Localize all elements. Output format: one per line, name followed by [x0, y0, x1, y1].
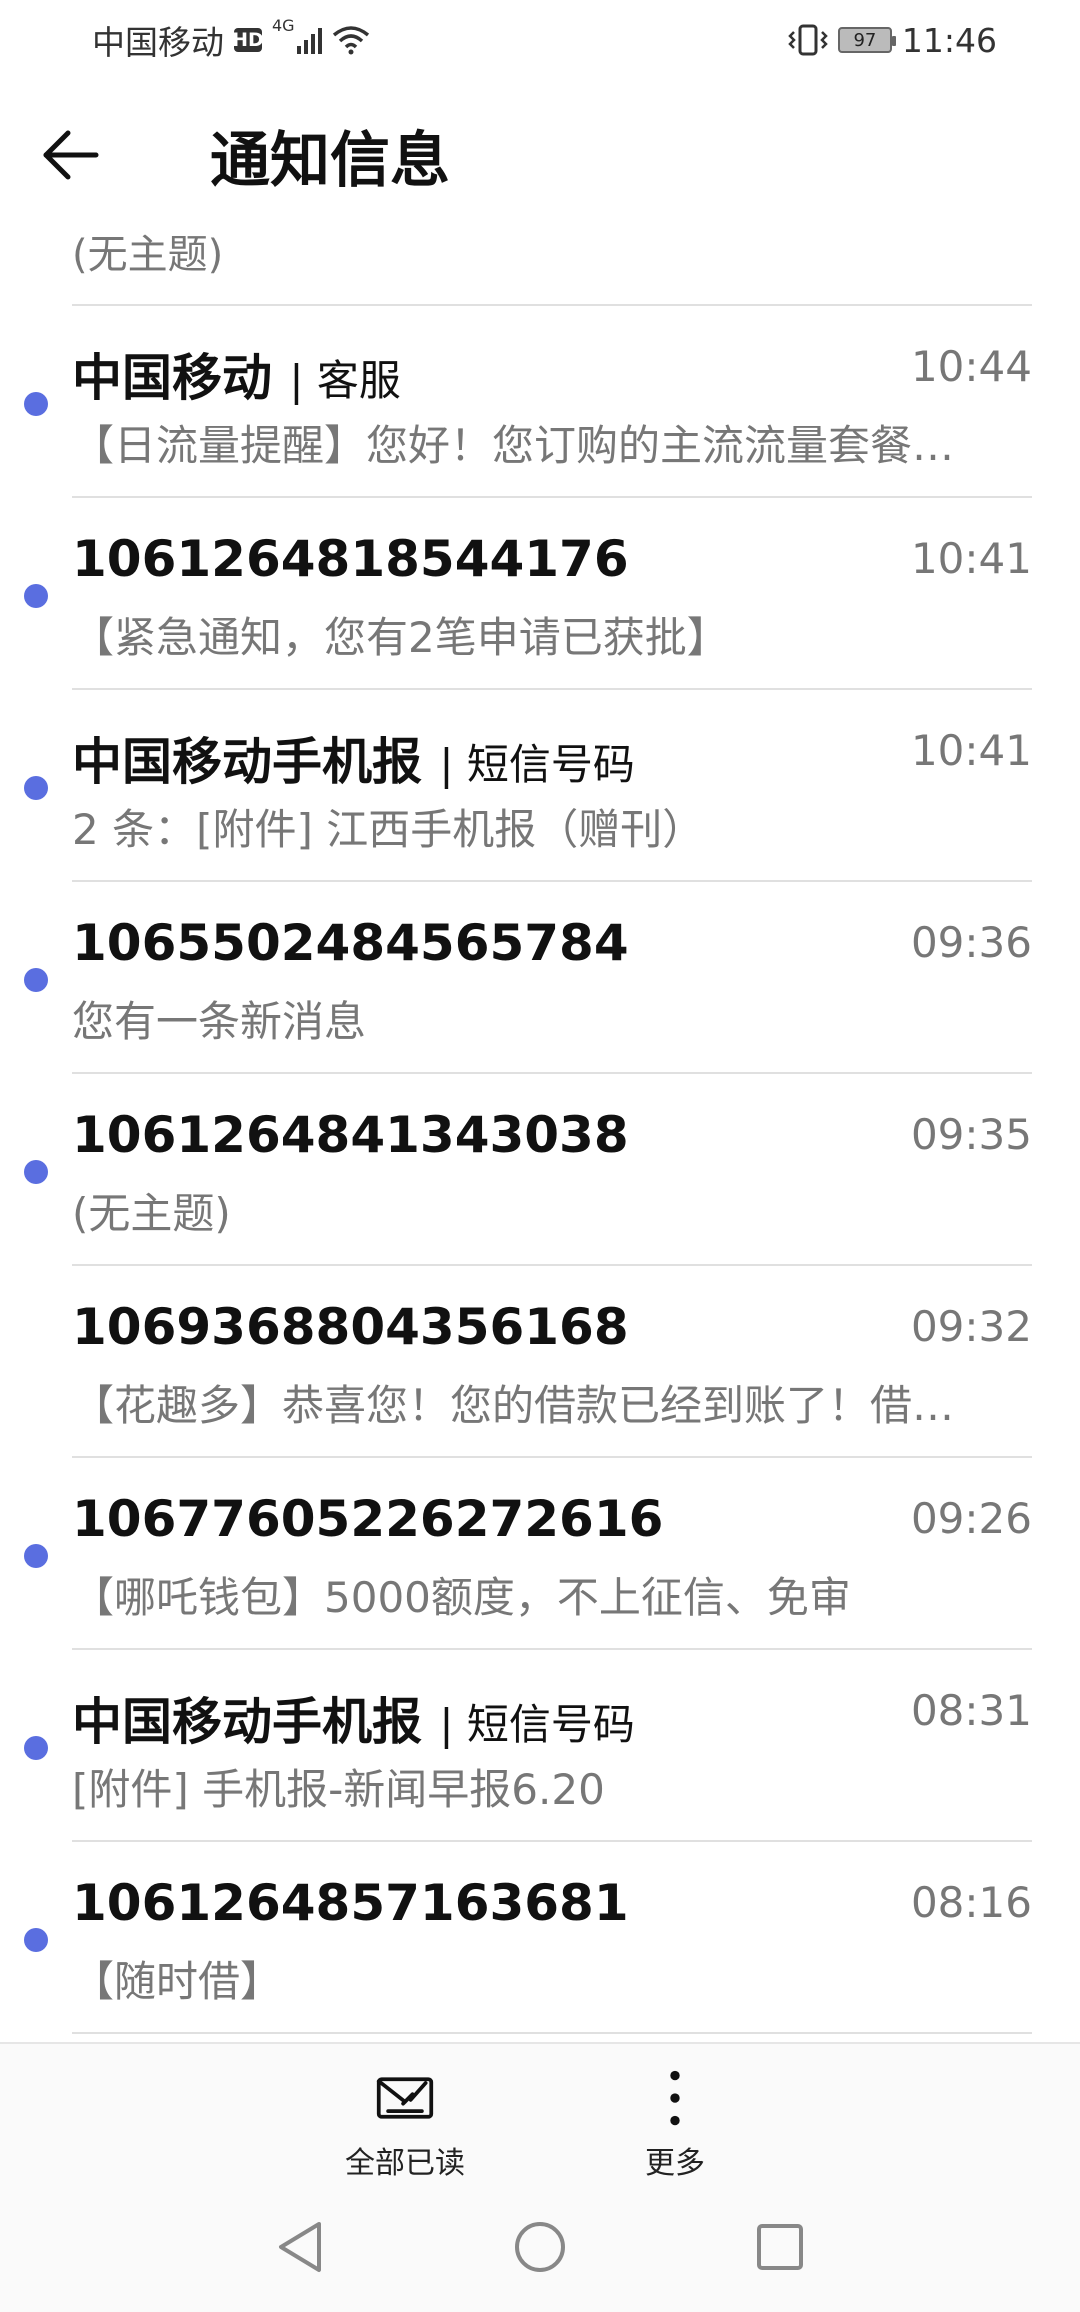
- message-sender: 中国移动手机报 | 短信号码: [72, 1682, 635, 1754]
- triangle-back-icon: [279, 2222, 321, 2272]
- message-content: 中国移动 | 客服 10:44 【日流量提醒】您好！您订购的主流流量套餐…: [72, 306, 1032, 498]
- sender-name: 1061264818544176: [72, 530, 629, 588]
- message-sender: 1061264857163681: [72, 1874, 629, 1932]
- message-row[interactable]: 中国移动 | 客服 10:44 【日流量提醒】您好！您订购的主流流量套餐…: [0, 306, 1080, 498]
- message-time: 10:41: [910, 534, 1032, 583]
- message-content: 1061264818544176 10:41 【紧急通知，您有2笔申请已获批】: [72, 498, 1032, 690]
- message-row[interactable]: 10677605226272616 09:26 【哪吒钱包】5000额度，不上征…: [0, 1458, 1080, 1650]
- message-time: 08:31: [910, 1686, 1032, 1735]
- message-sender: 10677605226272616: [72, 1490, 663, 1548]
- message-preview: [附件] 手机报-新闻早报6.20: [72, 1765, 605, 1814]
- mark-all-read-button[interactable]: 全部已读: [345, 2068, 465, 2182]
- nav-back-button[interactable]: [270, 2217, 330, 2277]
- status-time: 11:46: [901, 20, 997, 60]
- vibrate-icon: [788, 24, 828, 56]
- sender-name: 1061264857163681: [72, 1874, 629, 1932]
- back-button[interactable]: [40, 100, 160, 210]
- message-sender: 1061264818544176: [72, 530, 629, 588]
- action-bar: 全部已读 更多: [0, 2042, 1080, 2182]
- message-row[interactable]: 中国移动手机报 | 短信号码 10:41 2 条：[附件] 江西手机报（赠刊）: [0, 690, 1080, 882]
- message-sender: 1069368804356168: [72, 1298, 629, 1356]
- more-button[interactable]: 更多: [615, 2068, 735, 2182]
- arrow-left-icon: [43, 130, 99, 180]
- header: 通知信息: [0, 100, 1080, 210]
- sender-name: 中国移动: [72, 349, 272, 407]
- message-time: 10:44: [910, 342, 1032, 391]
- message-list: 中国移动 | 客服 10:44 【日流量提醒】您好！您订购的主流流量套餐… 10…: [0, 306, 1080, 2034]
- unread-dot: [24, 776, 48, 800]
- message-content: 中国移动手机报 | 短信号码 08:31 [附件] 手机报-新闻早报6.20: [72, 1650, 1032, 1842]
- message-time: 10:41: [910, 726, 1032, 775]
- system-nav-bar: [0, 2182, 1080, 2312]
- mark-all-read-label: 全部已读: [345, 2146, 465, 2181]
- message-preview: 【哪吒钱包】5000额度，不上征信、免审: [72, 1573, 851, 1622]
- message-row[interactable]: 1061264841343038 09:35 (无主题): [0, 1074, 1080, 1266]
- circle-home-icon: [515, 2222, 565, 2272]
- message-sender: 1061264841343038: [72, 1106, 629, 1164]
- sender-name: 中国移动手机报: [72, 733, 422, 791]
- message-preview: 【花趣多】恭喜您！您的借款已经到账了！借…: [72, 1381, 955, 1430]
- message-preview: (无主题): [72, 1189, 231, 1238]
- message-preview: 2 条：[附件] 江西手机报（赠刊）: [72, 805, 705, 854]
- sender-name: 中国移动手机报: [72, 1693, 422, 1751]
- message-row[interactable]: 1069368804356168 09:32 【花趣多】恭喜您！您的借款已经到账…: [0, 1266, 1080, 1458]
- nav-recents-button[interactable]: [750, 2217, 810, 2277]
- mail-check-icon: [376, 2077, 434, 2119]
- message-row[interactable]: 1061264857163681 08:16 【随时借】: [0, 1842, 1080, 2034]
- message-content: 1061264857163681 08:16 【随时借】: [72, 1842, 1032, 2034]
- list-item-partial[interactable]: (无主题): [72, 212, 1032, 306]
- message-time: 08:16: [910, 1878, 1032, 1927]
- message-row[interactable]: 1065502484565784 09:36 您有一条新消息: [0, 882, 1080, 1074]
- message-preview: 【紧急通知，您有2笔申请已获批】: [72, 613, 729, 662]
- message-time: 09:32: [910, 1302, 1032, 1351]
- status-right: 97 11:46: [788, 21, 997, 60]
- more-label: 更多: [645, 2146, 705, 2181]
- square-recents-icon: [757, 2224, 803, 2270]
- unread-dot: [24, 1928, 48, 1952]
- unread-dot: [24, 584, 48, 608]
- message-content: 1065502484565784 09:36 您有一条新消息: [72, 882, 1032, 1074]
- sender-name: 1065502484565784: [72, 914, 629, 972]
- sender-tag: | 短信号码: [439, 740, 635, 789]
- message-preview: (无主题): [72, 232, 224, 278]
- message-content: 1061264841343038 09:35 (无主题): [72, 1074, 1032, 1266]
- carrier-name: 中国移动: [92, 23, 224, 62]
- message-row[interactable]: 中国移动手机报 | 短信号码 08:31 [附件] 手机报-新闻早报6.20: [0, 1650, 1080, 1842]
- message-time: 09:26: [910, 1494, 1032, 1543]
- unread-dot: [24, 1736, 48, 1760]
- battery-icon: 97: [837, 27, 896, 53]
- nav-home-button[interactable]: [510, 2217, 570, 2277]
- network-type: 4G: [272, 16, 295, 35]
- vertical-dots-icon: [670, 2070, 680, 2126]
- message-preview: 【随时借】: [72, 1957, 283, 2006]
- battery-level: 97: [853, 29, 877, 51]
- sender-tag: | 短信号码: [439, 1700, 635, 1749]
- sender-name: 1061264841343038: [72, 1106, 629, 1164]
- message-preview: 您有一条新消息: [72, 997, 367, 1046]
- unread-dot: [24, 1544, 48, 1568]
- message-sender: 中国移动手机报 | 短信号码: [72, 722, 635, 794]
- status-bar: 中国移动 HD 4G 97 11:46: [0, 0, 1080, 80]
- message-content: 10677605226272616 09:26 【哪吒钱包】5000额度，不上征…: [72, 1458, 1032, 1650]
- message-content: 1069368804356168 09:32 【花趣多】恭喜您！您的借款已经到账…: [72, 1266, 1032, 1458]
- message-row[interactable]: 1061264818544176 10:41 【紧急通知，您有2笔申请已获批】: [0, 498, 1080, 690]
- unread-dot: [24, 968, 48, 992]
- wifi-icon: [332, 26, 369, 55]
- message-time: 09:36: [910, 918, 1032, 967]
- message-content: 中国移动手机报 | 短信号码 10:41 2 条：[附件] 江西手机报（赠刊）: [72, 690, 1032, 882]
- unread-dot: [24, 1160, 48, 1184]
- message-sender: 1065502484565784: [72, 914, 629, 972]
- message-preview: 【日流量提醒】您好！您订购的主流流量套餐…: [72, 421, 955, 470]
- message-sender: 中国移动 | 客服: [72, 338, 401, 410]
- sender-name: 1069368804356168: [72, 1298, 629, 1356]
- sender-name: 10677605226272616: [72, 1490, 664, 1548]
- message-time: 09:35: [910, 1110, 1032, 1159]
- unread-dot: [24, 392, 48, 416]
- page-title: 通知信息: [210, 125, 450, 196]
- status-left: 中国移动 HD 4G: [92, 16, 370, 64]
- network-indicator: 4G: [272, 18, 322, 54]
- sender-tag: | 客服: [289, 356, 401, 405]
- hd-icon: HD: [232, 28, 264, 52]
- signal-icon: [296, 26, 322, 54]
